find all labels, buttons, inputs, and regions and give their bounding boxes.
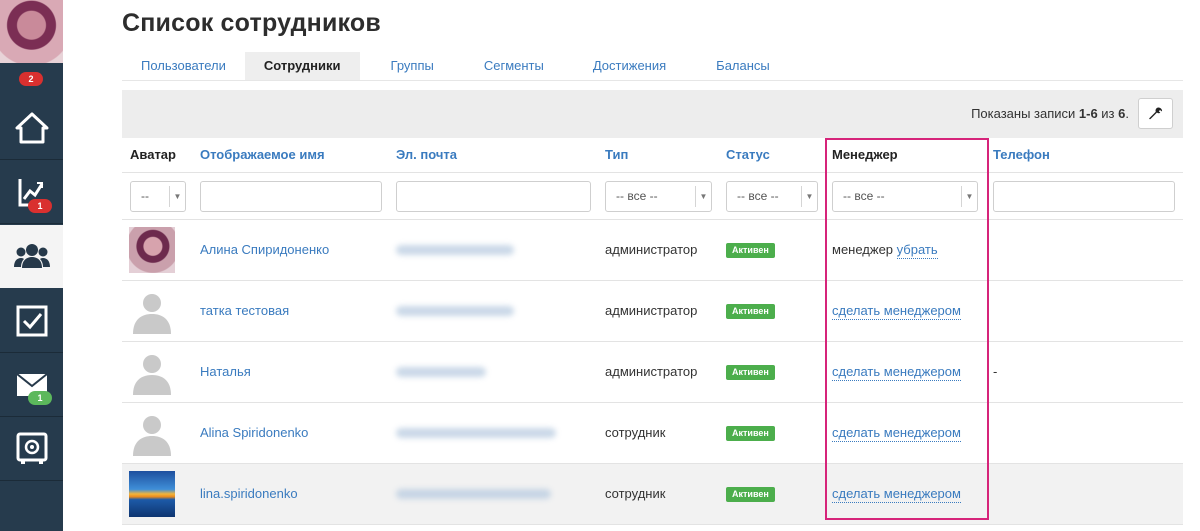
employee-name-link[interactable]: Наталья bbox=[200, 342, 251, 402]
tab-users[interactable]: Пользователи bbox=[122, 52, 245, 80]
sidebar-item-analytics[interactable]: 1 bbox=[0, 161, 63, 224]
avatar bbox=[129, 471, 175, 517]
remove-manager-link[interactable]: убрать bbox=[896, 242, 938, 259]
employee-name-link[interactable]: lina.spiridonenko bbox=[200, 464, 298, 524]
email-blurred bbox=[396, 367, 486, 377]
filter-row: -- ▼ -- все -- ▼ -- все -- ▼ -- все -- ▼ bbox=[122, 172, 1183, 220]
notification-badge: 2 bbox=[19, 72, 43, 86]
home-icon bbox=[15, 112, 48, 144]
employee-name-link[interactable]: татка тестовая bbox=[200, 281, 289, 341]
make-manager-link[interactable]: сделать менеджером bbox=[832, 303, 961, 320]
email-blurred bbox=[396, 428, 556, 438]
chevron-down-icon: ▼ bbox=[695, 186, 711, 207]
tab-bar: Пользователи Сотрудники Группы Сегменты … bbox=[122, 52, 1183, 81]
chevron-down-icon: ▼ bbox=[961, 186, 977, 207]
manager-cell: сделать менеджером bbox=[832, 464, 961, 524]
table-row: Наталья администратор Активен сделать ме… bbox=[122, 342, 1183, 403]
sidebar-item-settings[interactable] bbox=[0, 418, 63, 481]
employee-type: администратор bbox=[605, 364, 698, 379]
status-badge: Активен bbox=[726, 304, 775, 319]
manager-filter-select[interactable]: -- все -- ▼ bbox=[832, 181, 978, 212]
chevron-down-icon: ▼ bbox=[801, 186, 817, 207]
table-row: Alina Spiridonenko сотрудник Активен сде… bbox=[122, 403, 1183, 464]
email-blurred bbox=[396, 489, 551, 499]
email-blurred bbox=[396, 245, 514, 255]
status-badge: Активен bbox=[726, 426, 775, 441]
header-avatar: Аватар bbox=[130, 147, 176, 162]
header-type[interactable]: Тип bbox=[605, 138, 628, 172]
status-filter-select[interactable]: -- все -- ▼ bbox=[726, 181, 818, 212]
avatar-placeholder bbox=[129, 410, 175, 456]
type-filter-select[interactable]: -- все -- ▼ bbox=[605, 181, 712, 212]
manager-label: менеджер bbox=[832, 242, 897, 257]
avatar-placeholder bbox=[129, 349, 175, 395]
sidebar: 2 1 1 bbox=[0, 0, 63, 531]
employee-type: администратор bbox=[605, 242, 698, 257]
avatar-placeholder bbox=[129, 288, 175, 334]
manager-cell: менеджер убрать bbox=[832, 220, 938, 280]
employee-type: администратор bbox=[605, 303, 698, 318]
sidebar-item-home[interactable] bbox=[0, 97, 63, 160]
header-phone[interactable]: Телефон bbox=[993, 138, 1050, 172]
tab-balances[interactable]: Балансы bbox=[696, 52, 790, 80]
header-manager: Менеджер bbox=[832, 147, 898, 162]
table-row: lina.spiridonenko сотрудник Активен сдел… bbox=[122, 464, 1183, 525]
tab-segments[interactable]: Сегменты bbox=[465, 52, 563, 80]
tab-employees[interactable]: Сотрудники bbox=[244, 52, 360, 80]
status-badge: Активен bbox=[726, 365, 775, 380]
wrench-icon bbox=[1148, 107, 1162, 119]
make-manager-link[interactable]: сделать менеджером bbox=[832, 425, 961, 442]
header-status[interactable]: Статус bbox=[726, 138, 770, 172]
make-manager-link[interactable]: сделать менеджером bbox=[832, 364, 961, 381]
email-blurred bbox=[396, 306, 514, 316]
table-settings-button[interactable] bbox=[1138, 98, 1173, 129]
status-badge: Активен bbox=[726, 487, 775, 502]
chevron-down-icon: ▼ bbox=[169, 186, 185, 207]
table-row: Алина Спиридоненко администратор Активен… bbox=[122, 220, 1183, 281]
records-count: Показаны записи 1-6 из 6. bbox=[971, 106, 1129, 121]
table-row: татка тестовая администратор Активен сде… bbox=[122, 281, 1183, 342]
header-email[interactable]: Эл. почта bbox=[396, 138, 457, 172]
sidebar-counter-area: 2 bbox=[0, 63, 63, 95]
table-toolbar: Показаны записи 1-6 из 6. bbox=[122, 90, 1183, 138]
manager-cell: сделать менеджером bbox=[832, 403, 961, 463]
messages-badge: 1 bbox=[28, 391, 52, 405]
safe-gear-icon bbox=[16, 432, 47, 464]
users-icon bbox=[13, 244, 50, 268]
phone-value: - bbox=[993, 364, 998, 379]
tab-groups[interactable]: Группы bbox=[360, 52, 465, 80]
phone-filter-input[interactable] bbox=[993, 181, 1175, 212]
sidebar-item-messages[interactable]: 1 bbox=[0, 354, 63, 417]
sidebar-item-tasks[interactable] bbox=[0, 290, 63, 353]
avatar-filter-select[interactable]: -- ▼ bbox=[130, 181, 186, 212]
avatar bbox=[129, 227, 175, 273]
employee-type: сотрудник bbox=[605, 486, 666, 501]
checkbox-icon bbox=[16, 305, 47, 337]
page-title: Список сотрудников bbox=[122, 9, 381, 37]
name-filter-input[interactable] bbox=[200, 181, 382, 212]
tab-achievements[interactable]: Достижения bbox=[563, 52, 696, 80]
sidebar-item-users[interactable] bbox=[0, 225, 63, 288]
user-avatar[interactable] bbox=[0, 0, 63, 63]
employee-name-link[interactable]: Алина Спиридоненко bbox=[200, 220, 329, 280]
employee-type: сотрудник bbox=[605, 425, 666, 440]
email-filter-input[interactable] bbox=[396, 181, 591, 212]
header-display-name[interactable]: Отображаемое имя bbox=[200, 138, 325, 172]
make-manager-link[interactable]: сделать менеджером bbox=[832, 486, 961, 503]
manager-cell: сделать менеджером bbox=[832, 342, 961, 402]
employee-name-link[interactable]: Alina Spiridonenko bbox=[200, 403, 308, 463]
analytics-badge: 1 bbox=[28, 199, 52, 213]
manager-cell: сделать менеджером bbox=[832, 281, 961, 341]
status-badge: Активен bbox=[726, 243, 775, 258]
